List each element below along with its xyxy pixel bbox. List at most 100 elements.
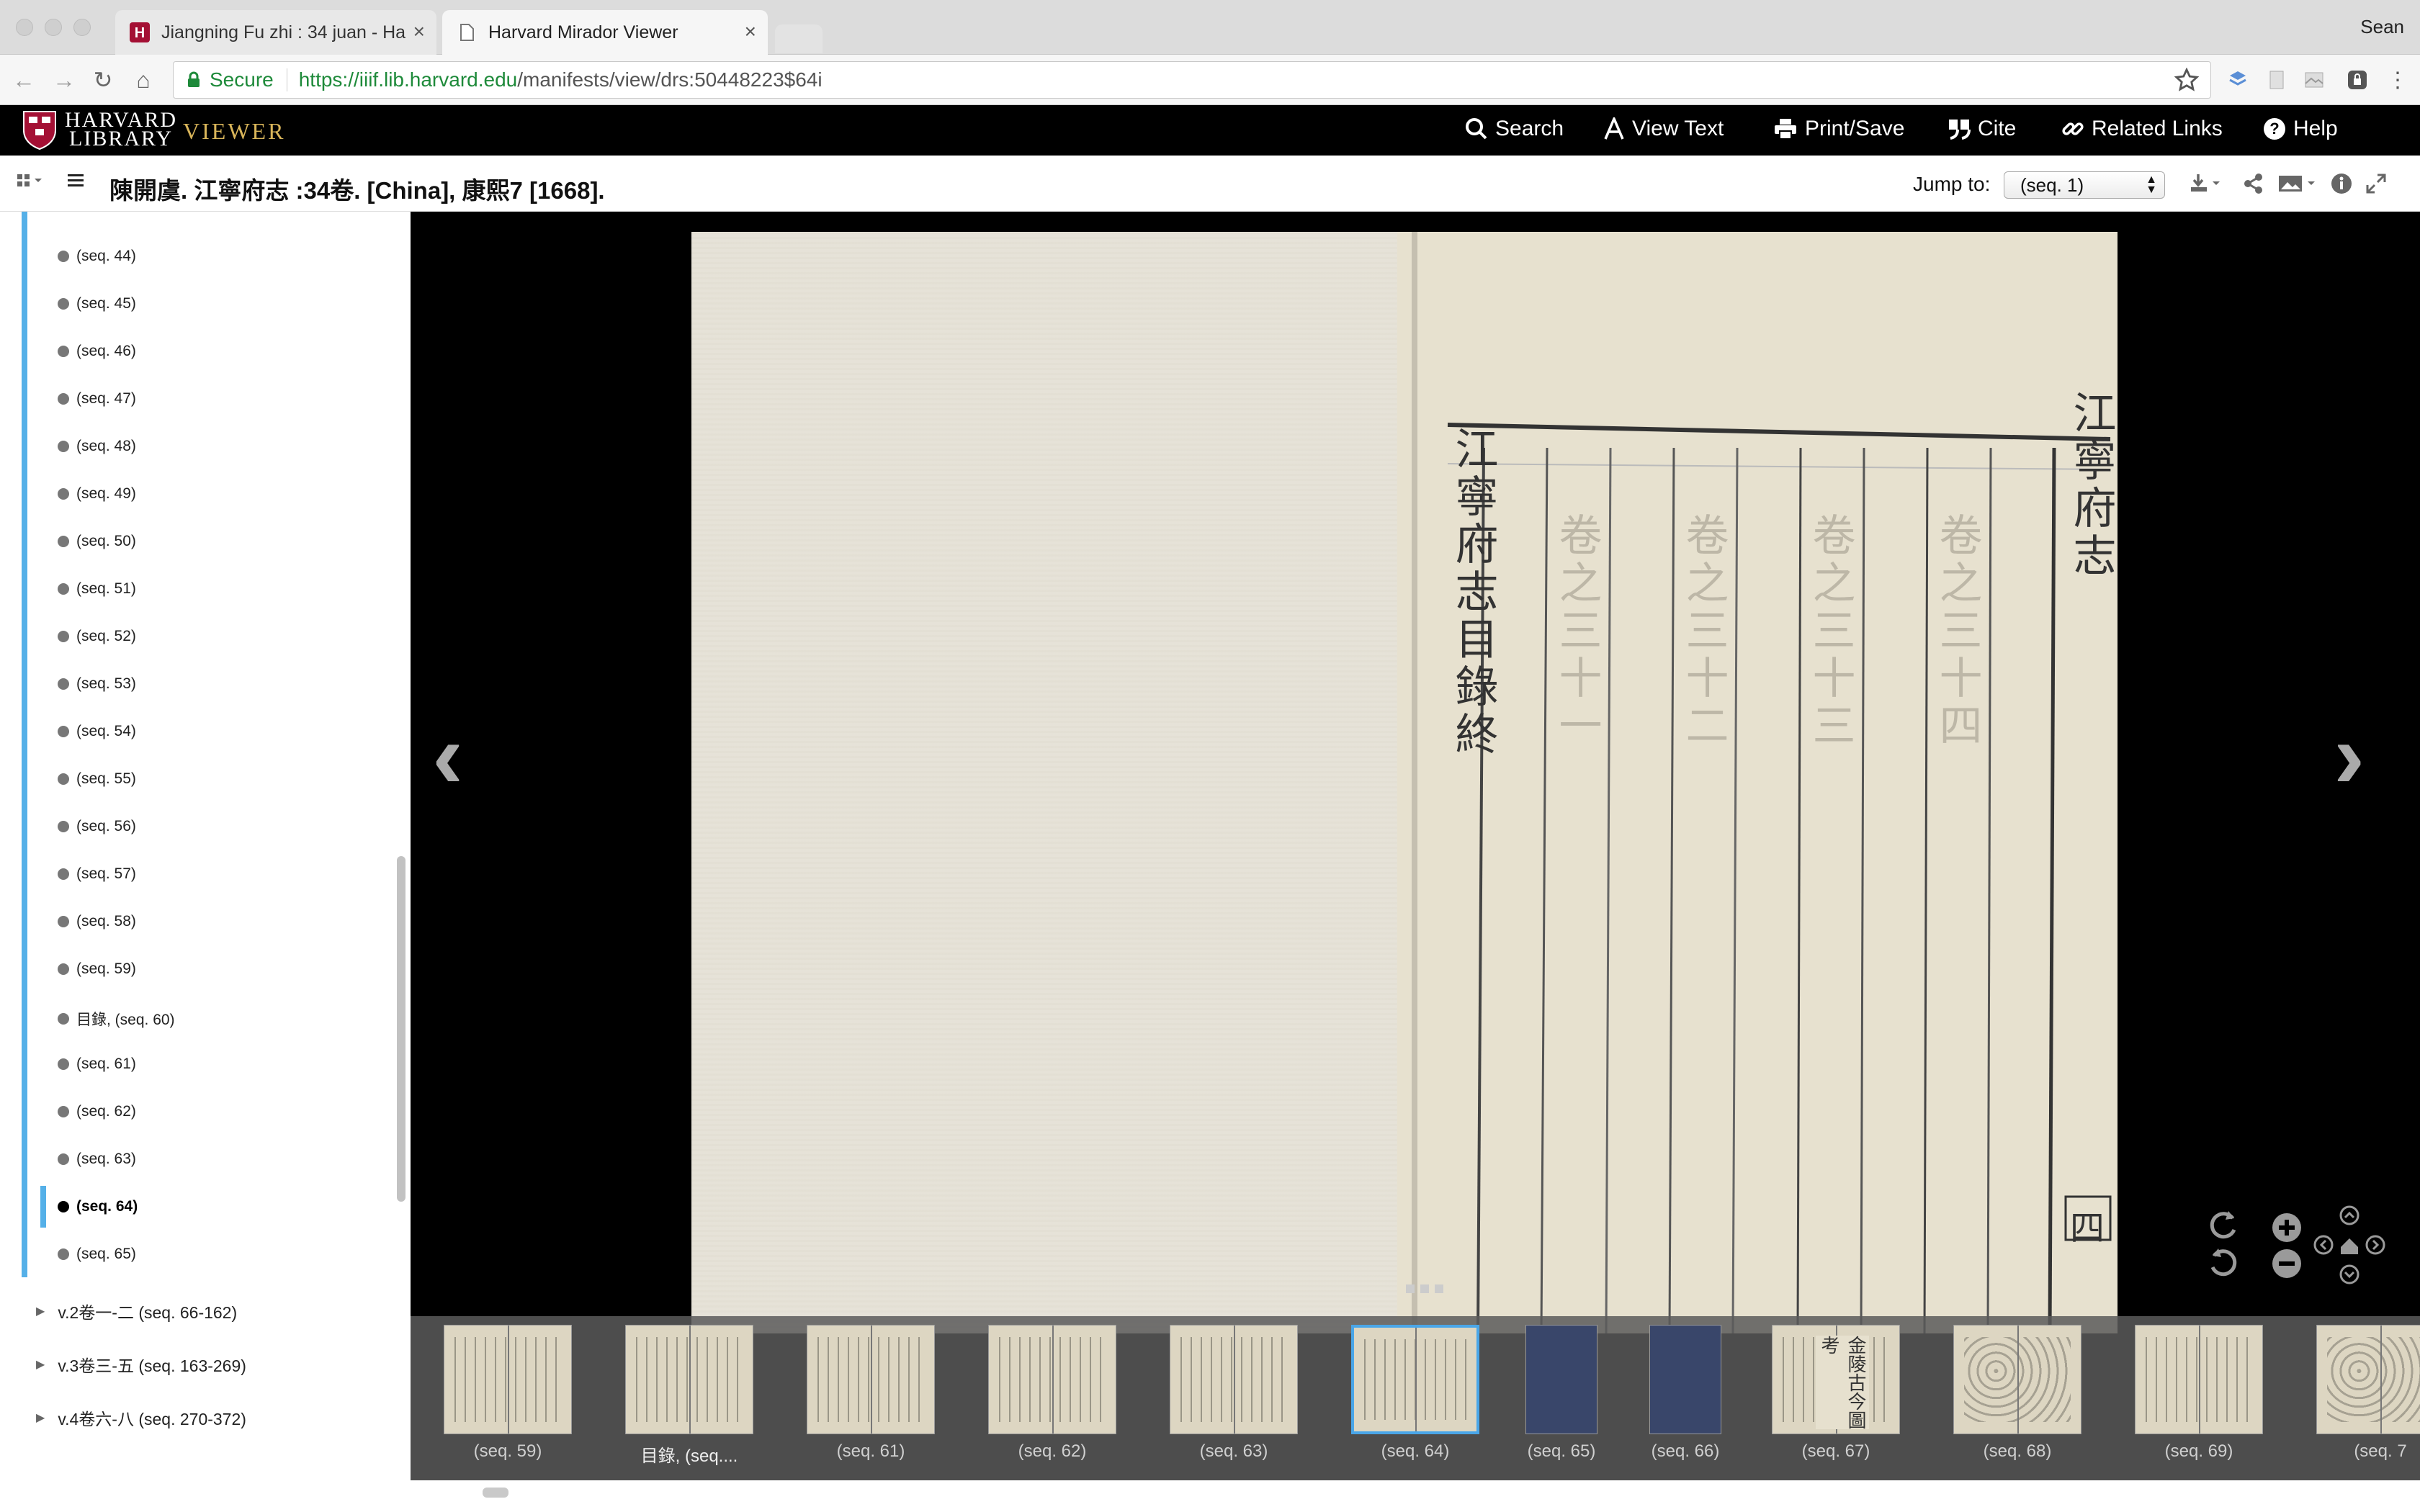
image-options-icon[interactable]	[2277, 173, 2319, 194]
pan-controls-icon[interactable]	[2313, 1205, 2385, 1284]
extension-icon[interactable]	[2266, 69, 2287, 91]
browser-tab-2[interactable]: Harvard Mirador Viewer ×	[442, 10, 768, 55]
tab-close-icon[interactable]: ×	[745, 20, 756, 43]
book-edge-text: 江寧府志	[2066, 390, 2116, 580]
previous-page-arrow-icon[interactable]: ‹	[432, 708, 463, 802]
bookmark-star-icon[interactable]	[2174, 68, 2199, 92]
sidebar-seq-item[interactable]: (seq. 53)	[58, 675, 136, 693]
sidebar-seq-item[interactable]: (seq. 46)	[58, 343, 136, 360]
nav-print-save[interactable]: Print/Save	[1773, 117, 1904, 141]
hamburger-menu-icon[interactable]	[68, 173, 85, 189]
extension-icon[interactable]	[2347, 69, 2368, 91]
thumbnail-image[interactable]	[807, 1325, 935, 1434]
nav-related-links[interactable]: Related Links	[2061, 117, 2223, 141]
sidebar-seq-item[interactable]: (seq. 61)	[58, 1056, 136, 1073]
extension-icon[interactable]	[2303, 69, 2325, 91]
thumbnail-image[interactable]	[1170, 1325, 1298, 1434]
expand-caret-icon[interactable]: ▶	[36, 1357, 45, 1372]
thumbnail-image[interactable]	[2316, 1325, 2420, 1434]
paper-texture	[691, 232, 1419, 1333]
grid-view-icon[interactable]	[16, 173, 45, 192]
thumbnail-image[interactable]	[625, 1325, 753, 1434]
sidebar-seq-item[interactable]: (seq. 62)	[58, 1103, 136, 1120]
thumbnail-image[interactable]	[2135, 1325, 2263, 1434]
seq-label: (seq. 45)	[76, 295, 136, 312]
reload-icon[interactable]: ↻	[89, 66, 117, 94]
horizontal-scrollbar-thumb[interactable]	[483, 1488, 508, 1498]
thumbnail-image[interactable]	[1351, 1325, 1479, 1434]
thumbnail-spine	[2199, 1326, 2200, 1434]
sidebar-seq-item[interactable]: (seq. 52)	[58, 628, 136, 645]
rotate-right-icon[interactable]	[2207, 1208, 2240, 1241]
sidebar-seq-item[interactable]: (seq. 57)	[58, 865, 136, 883]
volume-item[interactable]: ▶ v.3卷三-五 (seq. 163-269)	[36, 1352, 246, 1377]
jump-to-select[interactable]: (seq. 1) ▲ ▼	[2004, 171, 2165, 199]
tab-close-icon[interactable]: ×	[413, 20, 425, 43]
expand-caret-icon[interactable]: ▶	[36, 1304, 45, 1318]
forward-icon[interactable]: →	[50, 66, 78, 94]
sidebar-seq-item[interactable]: (seq. 55)	[58, 770, 136, 788]
bullet-dot-icon	[58, 1106, 69, 1117]
sidebar-seq-item[interactable]: (seq. 56)	[58, 818, 136, 835]
zoom-in-icon[interactable]	[2272, 1212, 2302, 1243]
sidebar-scrollbar-thumb[interactable]	[397, 856, 405, 1202]
share-icon[interactable]	[2243, 173, 2264, 194]
extension-icon[interactable]	[2227, 69, 2249, 91]
sidebar-seq-item[interactable]: (seq. 58)	[58, 913, 136, 930]
bullet-dot-icon	[58, 916, 69, 927]
expand-caret-icon[interactable]: ▶	[36, 1410, 45, 1425]
back-icon[interactable]: ←	[10, 66, 37, 94]
address-bar[interactable]: Secure https://iiif.lib.harvard.edu /man…	[173, 61, 2211, 99]
thumbnail-image[interactable]	[1525, 1325, 1597, 1434]
nav-help[interactable]: ? Help	[2263, 117, 2338, 141]
bullet-dot-icon	[58, 678, 69, 690]
nav-cite[interactable]: Cite	[1948, 117, 2016, 141]
window-minimize-button[interactable]	[45, 19, 62, 36]
window-zoom-button[interactable]	[73, 19, 91, 36]
home-icon[interactable]: ⌂	[130, 66, 157, 94]
new-tab-button[interactable]	[775, 24, 823, 53]
viewer-horizontal-scrollbar[interactable]	[411, 1480, 2420, 1512]
fullscreen-icon[interactable]	[2365, 173, 2387, 194]
sidebar-seq-item[interactable]: (seq. 59)	[58, 960, 136, 978]
sidebar-seq-item[interactable]: (seq. 51)	[58, 580, 136, 598]
window-close-button[interactable]	[16, 19, 33, 36]
thumbnail-image[interactable]	[444, 1325, 572, 1434]
thumbnail-image[interactable]: 金陵古今圖考	[1772, 1325, 1900, 1434]
volume-item[interactable]: ▶ v.4卷六-八 (seq. 270-372)	[36, 1405, 246, 1430]
app-header: HARVARD LIBRARY VIEWER Search View Text …	[0, 105, 2420, 156]
sidebar-seq-item[interactable]: (seq. 54)	[58, 723, 136, 740]
tab-title: Harvard Mirador Viewer	[488, 22, 678, 42]
thumbnail-image[interactable]	[1649, 1325, 1721, 1434]
sidebar-seq-item[interactable]: (seq. 45)	[58, 295, 136, 312]
browser-tab-1[interactable]: H Jiangning Fu zhi : 34 juan - Ha ×	[115, 10, 436, 55]
thumbnail-image[interactable]	[988, 1325, 1116, 1434]
link-icon	[2062, 122, 2084, 135]
sidebar-seq-item[interactable]: (seq. 64)	[58, 1198, 138, 1215]
image-viewer[interactable]: 江寧府志目錄終 卷之三十一 卷之三十二 卷之三十三 卷之三十四 江寧府志 四 ‹…	[411, 212, 2420, 1480]
sidebar-seq-item[interactable]: (seq. 50)	[58, 533, 136, 550]
download-icon[interactable]	[2190, 173, 2223, 194]
sidebar-seq-item[interactable]: (seq. 65)	[58, 1246, 136, 1263]
nav-view-text[interactable]: View Text	[1603, 117, 1724, 141]
volume-item[interactable]: ▶ v.2卷一-二 (seq. 66-162)	[36, 1299, 237, 1323]
browser-user-name[interactable]: Sean	[2360, 16, 2404, 38]
harvard-library-logo[interactable]: HARVARD LIBRARY	[22, 109, 177, 150]
document-title: 陳開虞. 江寧府志 :34卷. [China], 康熙7 [1668].	[109, 177, 605, 204]
sidebar-seq-item[interactable]: 目錄, (seq. 60)	[58, 1008, 175, 1030]
next-page-arrow-icon[interactable]: ›	[2334, 708, 2365, 802]
thumbnail-strip[interactable]: (seq. 59) 目錄, (seq.... (seq. 61) (seq. 62) (…	[411, 1316, 2420, 1480]
nav-search[interactable]: Search	[1465, 117, 1564, 141]
thumbnail-image[interactable]	[1953, 1325, 2081, 1434]
zoom-out-icon[interactable]	[2272, 1248, 2302, 1279]
rotate-left-icon[interactable]	[2207, 1246, 2240, 1279]
sidebar-seq-item[interactable]: (seq. 63)	[58, 1151, 136, 1168]
svg-text:?: ?	[2269, 120, 2279, 138]
sidebar-seq-item[interactable]: (seq. 49)	[58, 485, 136, 503]
info-icon[interactable]	[2331, 173, 2352, 194]
sidebar-seq-item[interactable]: (seq. 47)	[58, 390, 136, 408]
sidebar-seq-item[interactable]: (seq. 48)	[58, 438, 136, 455]
chrome-menu-icon[interactable]: ⋮	[2384, 66, 2411, 94]
sidebar-seq-item[interactable]: (seq. 44)	[58, 248, 136, 265]
svg-text:H: H	[135, 25, 145, 41]
